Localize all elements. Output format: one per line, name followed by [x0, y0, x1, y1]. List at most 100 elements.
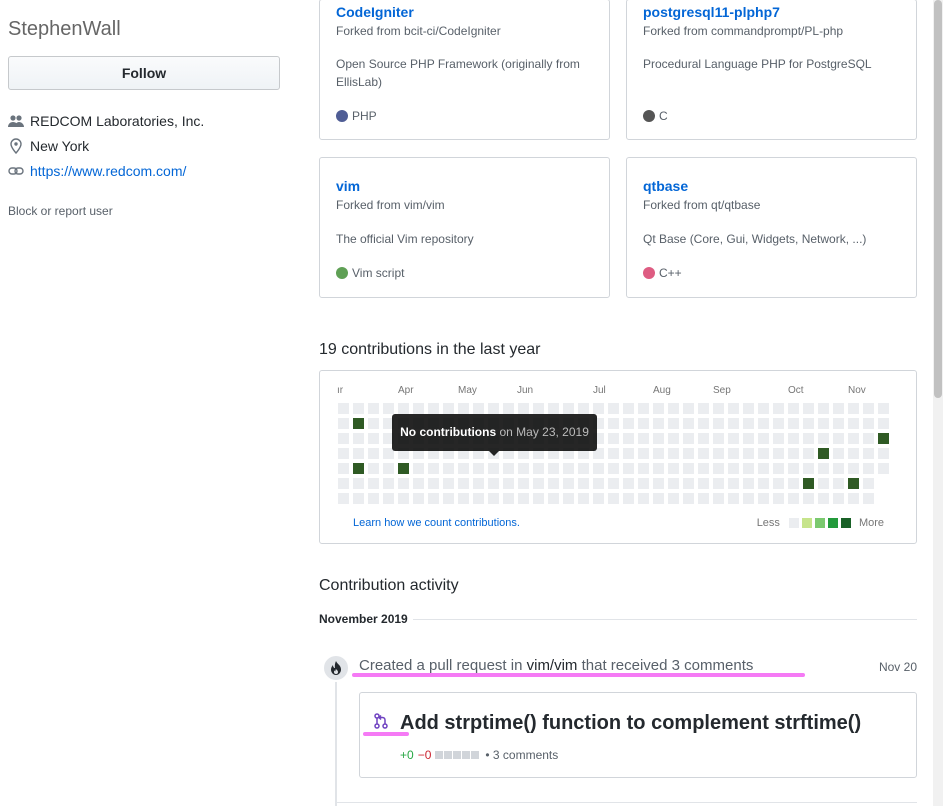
contribution-day[interactable]	[653, 478, 664, 489]
contribution-day[interactable]	[698, 433, 709, 444]
contribution-day[interactable]	[398, 403, 409, 414]
contribution-day[interactable]	[638, 463, 649, 474]
contribution-day[interactable]	[848, 418, 859, 429]
contribution-day[interactable]	[458, 403, 469, 414]
contribution-day[interactable]	[533, 493, 544, 504]
contribution-day[interactable]	[743, 463, 754, 474]
contribution-day[interactable]	[863, 403, 874, 414]
contribution-day[interactable]	[803, 418, 814, 429]
contribution-day[interactable]	[788, 433, 799, 444]
contribution-day[interactable]	[488, 403, 499, 414]
contribution-day[interactable]	[818, 418, 829, 429]
contribution-day[interactable]	[338, 478, 349, 489]
contribution-day[interactable]	[848, 403, 859, 414]
contribution-day[interactable]	[548, 478, 559, 489]
contribution-day[interactable]	[848, 463, 859, 474]
contribution-day[interactable]	[608, 493, 619, 504]
contribution-day[interactable]	[338, 418, 349, 429]
contribution-day[interactable]	[398, 493, 409, 504]
contribution-day[interactable]	[713, 463, 724, 474]
contribution-day[interactable]	[773, 418, 784, 429]
contribution-day[interactable]	[623, 403, 634, 414]
contribution-day[interactable]	[383, 403, 394, 414]
contribution-day[interactable]	[473, 463, 484, 474]
contribution-day[interactable]	[593, 493, 604, 504]
contribution-day[interactable]	[443, 403, 454, 414]
learn-contributions-link[interactable]: Learn how we count contributions.	[353, 517, 520, 529]
contribution-day[interactable]	[443, 493, 454, 504]
contribution-day[interactable]	[353, 433, 364, 444]
contribution-day[interactable]	[878, 433, 889, 444]
contribution-day[interactable]	[653, 418, 664, 429]
contribution-day[interactable]	[473, 493, 484, 504]
contribution-day[interactable]	[863, 418, 874, 429]
contribution-day[interactable]	[788, 418, 799, 429]
contribution-day[interactable]	[623, 448, 634, 459]
contribution-day[interactable]	[803, 448, 814, 459]
contribution-day[interactable]	[608, 478, 619, 489]
contribution-day[interactable]	[488, 478, 499, 489]
contribution-day[interactable]	[668, 463, 679, 474]
contribution-day[interactable]	[608, 418, 619, 429]
contribution-day[interactable]	[518, 478, 529, 489]
contribution-day[interactable]	[383, 463, 394, 474]
contribution-day[interactable]	[368, 403, 379, 414]
contribution-day[interactable]	[758, 478, 769, 489]
contribution-day[interactable]	[503, 463, 514, 474]
repo-name-link[interactable]: qtbase	[643, 178, 688, 194]
contribution-day[interactable]	[593, 463, 604, 474]
contribution-day[interactable]	[818, 463, 829, 474]
contribution-day[interactable]	[848, 448, 859, 459]
contribution-day[interactable]	[773, 478, 784, 489]
contribution-day[interactable]	[413, 493, 424, 504]
follow-button[interactable]: Follow	[8, 56, 280, 90]
contribution-day[interactable]	[833, 433, 844, 444]
contribution-day[interactable]	[338, 403, 349, 414]
contribution-day[interactable]	[758, 403, 769, 414]
block-report-link[interactable]: Block or report user	[8, 204, 113, 218]
contribution-day[interactable]	[803, 403, 814, 414]
contribution-day[interactable]	[863, 493, 874, 504]
contribution-day[interactable]	[698, 463, 709, 474]
contribution-day[interactable]	[668, 493, 679, 504]
contribution-day[interactable]	[563, 493, 574, 504]
contribution-day[interactable]	[638, 403, 649, 414]
contribution-day[interactable]	[413, 403, 424, 414]
contribution-day[interactable]	[338, 463, 349, 474]
contribution-day[interactable]	[428, 478, 439, 489]
contribution-day[interactable]	[713, 403, 724, 414]
contribution-day[interactable]	[863, 448, 874, 459]
contribution-day[interactable]	[518, 493, 529, 504]
contribution-day[interactable]	[818, 478, 829, 489]
contribution-day[interactable]	[773, 448, 784, 459]
contribution-day[interactable]	[668, 418, 679, 429]
contribution-day[interactable]	[368, 478, 379, 489]
contribution-day[interactable]	[353, 493, 364, 504]
contribution-day[interactable]	[473, 403, 484, 414]
contribution-day[interactable]	[728, 448, 739, 459]
contribution-day[interactable]	[338, 493, 349, 504]
contribution-day[interactable]	[848, 433, 859, 444]
contribution-day[interactable]	[398, 478, 409, 489]
contribution-day[interactable]	[428, 463, 439, 474]
contribution-day[interactable]	[458, 493, 469, 504]
contribution-day[interactable]	[863, 463, 874, 474]
contribution-day[interactable]	[608, 433, 619, 444]
contribution-day[interactable]	[473, 478, 484, 489]
contribution-day[interactable]	[383, 493, 394, 504]
contribution-day[interactable]	[623, 418, 634, 429]
contribution-day[interactable]	[848, 493, 859, 504]
contribution-day[interactable]	[353, 463, 364, 474]
contribution-day[interactable]	[803, 493, 814, 504]
contribution-day[interactable]	[533, 478, 544, 489]
page-scrollbar[interactable]	[933, 0, 943, 806]
contribution-day[interactable]	[683, 493, 694, 504]
contribution-day[interactable]	[668, 433, 679, 444]
contribution-day[interactable]	[743, 433, 754, 444]
contribution-day[interactable]	[383, 478, 394, 489]
contribution-day[interactable]	[713, 478, 724, 489]
website-link[interactable]: https://www.redcom.com/	[30, 163, 186, 179]
contribution-day[interactable]	[368, 448, 379, 459]
contribution-day[interactable]	[728, 463, 739, 474]
contribution-day[interactable]	[368, 418, 379, 429]
